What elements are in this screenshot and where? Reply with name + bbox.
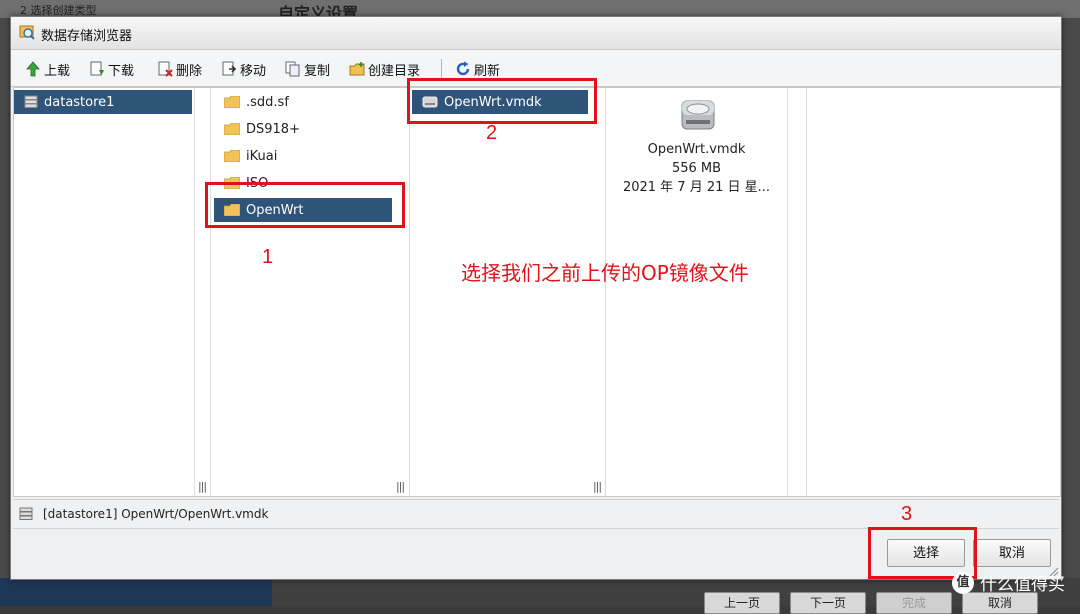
upload-label: 上载 <box>44 63 71 79</box>
file-column[interactable]: OpenWrt.vmdk ||| <box>410 88 606 496</box>
preview-file-size: 556 MB <box>671 161 722 176</box>
selected-file-path: [datastore1] OpenWrt/OpenWrt.vmdk <box>43 507 269 521</box>
copy-button[interactable]: 复制 <box>285 60 331 79</box>
annotation-box-file <box>407 78 597 124</box>
move-document-icon <box>222 61 237 76</box>
copy-documents-icon <box>285 61 300 77</box>
refresh-icon <box>456 61 470 76</box>
watermark-text: 什么值得买 <box>980 575 1065 595</box>
datastore-item[interactable]: datastore1 <box>14 90 192 114</box>
dialog-titlebar[interactable]: 数据存储浏览器 <box>11 17 1061 50</box>
virtual-disk-icon <box>681 100 715 130</box>
folder-item[interactable]: iKuai <box>214 144 394 168</box>
annotation-number-1: 1 <box>262 246 274 268</box>
upload-arrow-icon <box>26 61 40 77</box>
copy-label: 复制 <box>304 63 331 79</box>
background-prev-button[interactable]: 上一页 <box>704 592 780 614</box>
toolbar-separator <box>441 59 442 79</box>
folder-icon <box>224 96 240 108</box>
delete-document-icon <box>158 61 173 77</box>
background-finish-button[interactable]: 完成 <box>876 592 952 614</box>
background-next-button[interactable]: 下一页 <box>790 592 866 614</box>
cancel-button[interactable]: 取消 <box>973 539 1051 567</box>
watermark: 值 什么值得买 <box>952 570 1065 595</box>
folder-label: DS918+ <box>246 121 300 137</box>
upload-button[interactable]: 上载 <box>25 60 71 79</box>
refresh-button[interactable]: 刷新 <box>455 60 501 79</box>
preview-details: OpenWrt.vmdk 556 MB 2021 年 7 月 21 日 星... <box>606 140 787 197</box>
download-button[interactable]: 下载 <box>89 60 135 79</box>
preview-file-date: 2021 年 7 月 21 日 星... <box>622 180 771 195</box>
folder-label: .sdd.sf <box>246 94 289 110</box>
datastore-browser-icon <box>19 25 35 40</box>
column-gutter <box>788 88 807 496</box>
annotation-number-3: 3 <box>901 503 913 525</box>
annotation-note: 选择我们之前上传的OP镜像文件 <box>461 261 749 285</box>
preview-file-name: OpenWrt.vmdk <box>647 142 746 157</box>
download-document-icon <box>90 61 104 76</box>
refresh-label: 刷新 <box>474 63 501 79</box>
column-resize-handle[interactable]: ||| <box>197 480 207 494</box>
column-resize-handle[interactable]: ||| <box>592 480 602 494</box>
annotation-number-2: 2 <box>486 122 498 144</box>
folder-item[interactable]: .sdd.sf <box>214 90 394 114</box>
dialog-title: 数据存储浏览器 <box>41 29 133 44</box>
folder-icon <box>224 123 240 135</box>
datastore-icon <box>24 95 38 108</box>
move-button[interactable]: 移动 <box>221 60 267 79</box>
column-resize-handle[interactable]: ||| <box>395 480 405 494</box>
folder-column[interactable]: .sdd.sf DS918+ iKuai ISO OpenWrt ||| ||| <box>198 88 410 496</box>
background-nav-strip <box>0 578 272 606</box>
move-label: 移动 <box>240 63 267 79</box>
delete-button[interactable]: 删除 <box>157 60 203 79</box>
preview-column: OpenWrt.vmdk 556 MB 2021 年 7 月 21 日 星...… <box>606 88 800 496</box>
datastore-column[interactable]: datastore1 <box>14 88 195 496</box>
folder-label: iKuai <box>246 148 278 164</box>
datastore-icon <box>19 507 33 520</box>
new-folder-icon <box>349 62 365 76</box>
watermark-logo: 值 <box>952 571 974 594</box>
column-gutter <box>195 88 211 496</box>
folder-icon <box>224 150 240 162</box>
file-browser: datastore1 .sdd.sf DS918+ iKuai ISO Open… <box>13 87 1061 497</box>
annotation-box-folder <box>205 182 405 228</box>
background-cancel-button[interactable]: 取消 <box>962 592 1038 614</box>
datastore-label: datastore1 <box>44 94 115 110</box>
download-label: 下载 <box>108 63 135 79</box>
create-directory-label: 创建目录 <box>368 63 421 79</box>
folder-item[interactable]: DS918+ <box>214 117 394 141</box>
create-directory-button[interactable]: 创建目录 <box>349 60 421 79</box>
delete-label: 删除 <box>176 63 203 79</box>
